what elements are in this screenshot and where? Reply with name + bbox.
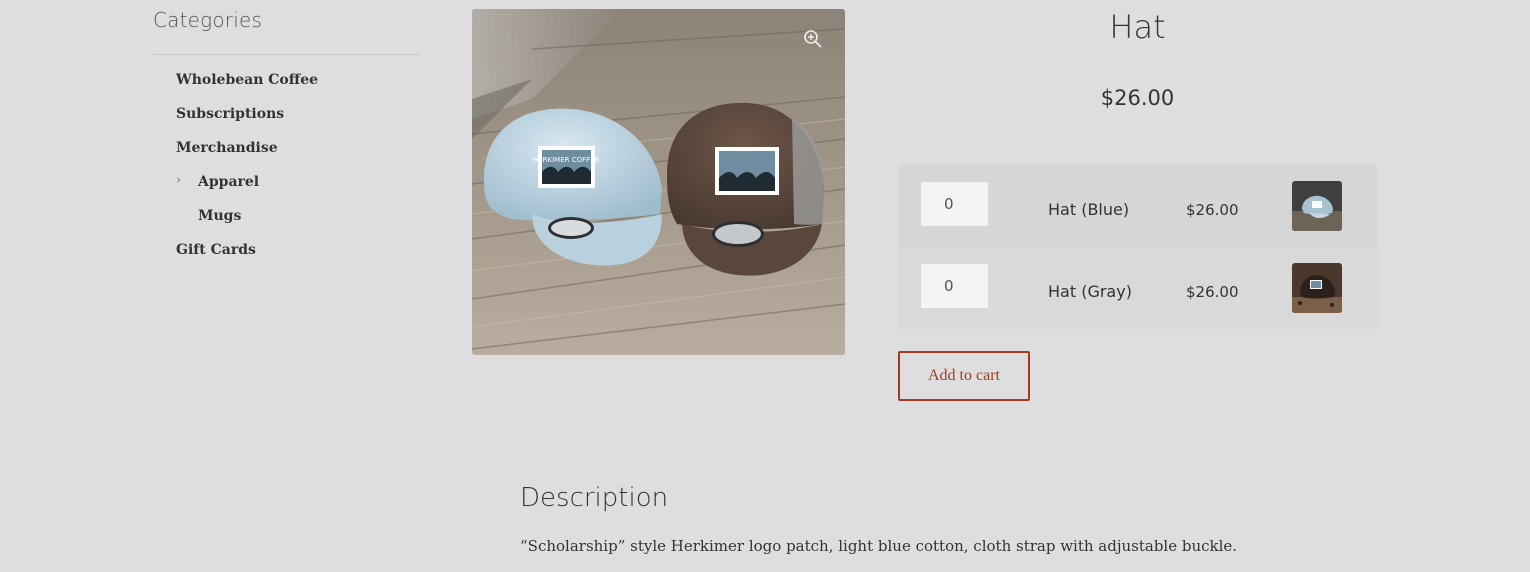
variant-row: Hat (Blue) $26.00 (898, 165, 1377, 247)
variant-row: Hat (Gray) $26.00 (898, 247, 1377, 329)
categories-sidebar: Categories Wholebean Coffee Subscription… (153, 8, 419, 274)
description-heading: Description (520, 483, 669, 513)
image-logo-text: HERKIMER COFFEE (533, 156, 599, 164)
variant-name: Hat (Gray) (1048, 282, 1132, 301)
product-page: Categories Wholebean Coffee Subscription… (0, 0, 1530, 572)
sidebar-title: Categories (153, 8, 419, 55)
category-link-subscriptions[interactable]: Subscriptions (176, 104, 284, 124)
category-item: Gift Cards (176, 240, 419, 274)
category-link-wholebean-coffee[interactable]: Wholebean Coffee (176, 70, 318, 90)
chevron-right-icon[interactable]: › (176, 173, 181, 188)
category-item: › Apparel (176, 172, 419, 206)
variants-table: Hat (Blue) $26.00 Hat (Gray) $26.00 (898, 165, 1377, 329)
variant-thumbnail[interactable] (1292, 263, 1342, 313)
quantity-input[interactable] (921, 264, 988, 308)
add-to-cart-button[interactable]: Add to cart (898, 351, 1030, 401)
blue-hat-thumbnail-image (1292, 181, 1342, 231)
quantity-input[interactable] (921, 182, 988, 226)
variant-name: Hat (Blue) (1048, 200, 1130, 219)
category-link-gift-cards[interactable]: Gift Cards (176, 240, 256, 260)
category-list: Wholebean Coffee Subscriptions Merchandi… (153, 55, 419, 274)
product-price: $26.00 (1100, 86, 1175, 110)
product-image[interactable]: HERKIMER COFFEE (472, 9, 845, 355)
gray-hat-thumbnail-image (1292, 263, 1342, 313)
category-link-merchandise[interactable]: Merchandise (176, 138, 278, 158)
category-link-apparel[interactable]: Apparel (198, 172, 259, 192)
variant-price: $26.00 (1186, 283, 1239, 301)
category-item: Merchandise (176, 138, 419, 172)
category-item: Mugs (176, 206, 419, 240)
category-item: Wholebean Coffee (176, 70, 419, 104)
zoom-in-icon[interactable] (803, 29, 823, 49)
description-text: “Scholarship” style Herkimer logo patch,… (520, 537, 1238, 555)
hats-photo: HERKIMER COFFEE (472, 9, 845, 355)
category-link-mugs[interactable]: Mugs (198, 206, 241, 226)
variant-price: $26.00 (1186, 201, 1239, 219)
category-item: Subscriptions (176, 104, 419, 138)
description-section: Description “Scholarship” style Herkimer… (520, 483, 1420, 555)
product-title: Hat (1109, 8, 1166, 46)
variant-thumbnail[interactable] (1292, 181, 1342, 231)
